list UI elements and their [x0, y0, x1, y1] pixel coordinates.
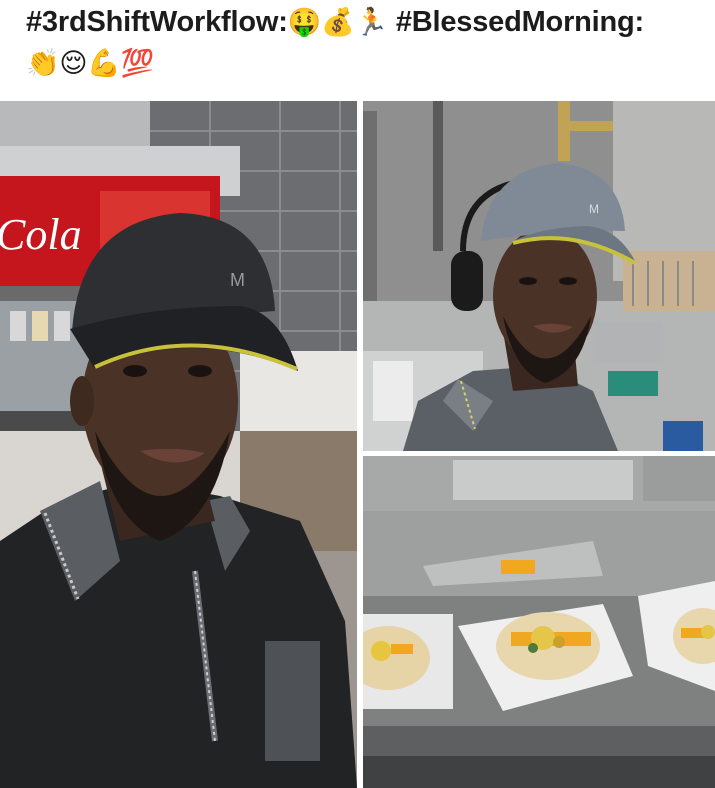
caption-emojis-two: 👏😌💪💯: [26, 48, 155, 79]
photo-selfie-soda-machine[interactable]: Cola M: [0, 101, 357, 788]
selfie-soda-machine-image: Cola M: [0, 101, 357, 788]
photo-selfie-dish-area[interactable]: M: [363, 101, 715, 451]
cap-logo-top-right: M: [589, 202, 599, 216]
caption-emojis-one: 🤑💰🏃: [287, 7, 388, 38]
post-card: #3rdShiftWorkflow:🤑💰🏃 #BlessedMorning: 👏…: [0, 0, 715, 788]
hashtag-blessed-morning[interactable]: #BlessedMorning:: [396, 6, 644, 38]
hashtag-3rd-shift-workflow[interactable]: #3rdShiftWorkflow:: [26, 6, 288, 38]
post-caption: #3rdShiftWorkflow:🤑💰🏃 #BlessedMorning: 👏…: [26, 2, 706, 84]
selfie-dish-area-image: M: [363, 101, 715, 451]
photo-breakfast-burritos[interactable]: [363, 456, 715, 788]
breakfast-burritos-image: [363, 456, 715, 788]
cap-logo-left: M: [230, 270, 245, 290]
soda-sign-text: Cola: [0, 210, 82, 259]
